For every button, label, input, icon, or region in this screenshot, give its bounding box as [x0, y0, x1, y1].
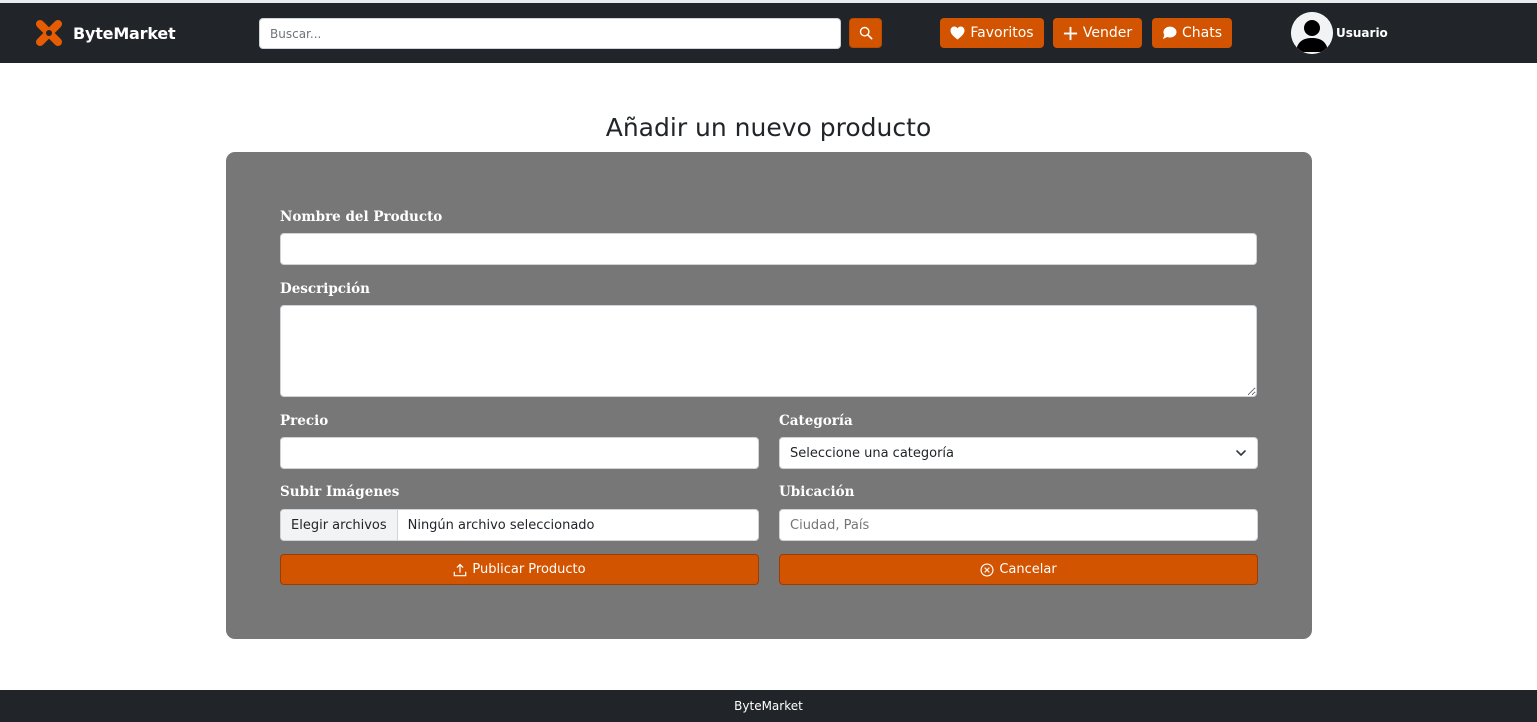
- heart-icon: [950, 26, 965, 40]
- chats-label: Chats: [1181, 25, 1222, 41]
- imagenes-label: Subir Imágenes: [280, 484, 400, 500]
- user-name: Usuario: [1336, 26, 1388, 40]
- image-upload-input[interactable]: Elegir archivos Ningún archivo seleccion…: [280, 509, 759, 541]
- vender-label: Vender: [1082, 25, 1133, 41]
- description-textarea[interactable]: [280, 305, 1257, 397]
- descripcion-label: Descripción: [280, 281, 370, 297]
- avatar: [1291, 12, 1333, 54]
- cancel-circle-x-icon: [980, 562, 994, 577]
- search-input[interactable]: [259, 18, 841, 49]
- chat-bubble-icon: [1162, 26, 1177, 40]
- footer-text: ByteMarket: [734, 699, 803, 713]
- price-input[interactable]: [280, 437, 759, 469]
- cancel-label: Cancelar: [999, 562, 1057, 577]
- location-input[interactable]: [779, 509, 1258, 541]
- product-form-card: Nombre del Producto Descripción Precio C…: [226, 152, 1312, 639]
- footer: ByteMarket: [0, 690, 1537, 722]
- chevron-down-icon: [1236, 450, 1246, 456]
- search-icon: [859, 26, 872, 40]
- product-name-input[interactable]: [280, 233, 1257, 265]
- chats-button[interactable]: Chats: [1152, 18, 1232, 48]
- favoritos-label: Favoritos: [970, 25, 1034, 41]
- user-avatar-icon: [1291, 12, 1333, 54]
- page-title: Añadir un nuevo producto: [605, 113, 932, 142]
- choose-files-button[interactable]: Elegir archivos: [281, 510, 398, 540]
- navbar: ByteMarket Favoritos Vender Chats: [0, 3, 1537, 63]
- publish-product-button[interactable]: Publicar Producto: [280, 554, 759, 585]
- brand-name: ByteMarket: [73, 23, 176, 43]
- cancel-button[interactable]: Cancelar: [779, 554, 1258, 585]
- bytemarket-x-logo-icon: [36, 20, 62, 46]
- search-button[interactable]: [849, 18, 882, 48]
- brand-link[interactable]: ByteMarket: [33, 16, 176, 50]
- file-status-text: Ningún archivo seleccionado: [407, 517, 595, 533]
- ubicacion-label: Ubicación: [779, 484, 855, 500]
- categoria-label: Categoría: [779, 413, 853, 429]
- publish-label: Publicar Producto: [472, 562, 586, 577]
- category-select[interactable]: Seleccione una categoría: [779, 437, 1258, 469]
- upload-icon: [454, 563, 467, 576]
- vender-button[interactable]: Vender: [1053, 18, 1142, 48]
- user-menu[interactable]: Usuario: [1291, 12, 1388, 54]
- category-selected-value: Seleccione una categoría: [790, 445, 955, 461]
- nombre-label: Nombre del Producto: [280, 209, 443, 225]
- favoritos-button[interactable]: Favoritos: [940, 18, 1044, 48]
- plus-icon: [1063, 26, 1077, 40]
- precio-label: Precio: [280, 413, 329, 429]
